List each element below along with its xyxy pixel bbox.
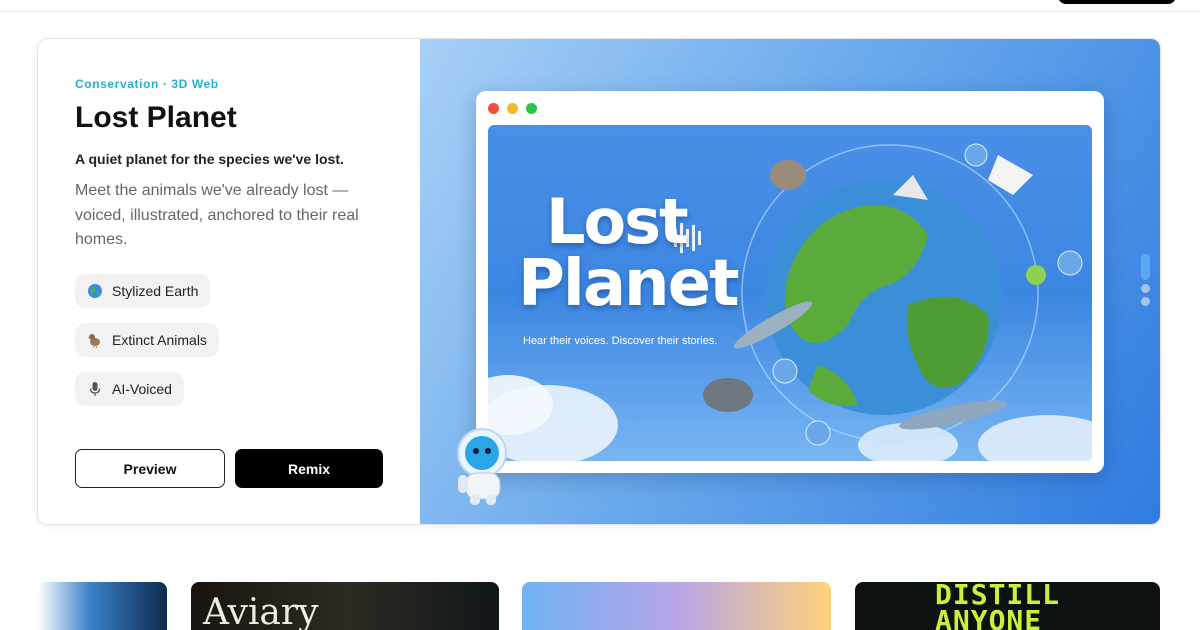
nav-action-button[interactable]	[1058, 0, 1176, 4]
window-close-dot	[488, 103, 499, 114]
dodo-icon	[87, 332, 103, 348]
project-description: Meet the animals we've already lost — vo…	[75, 182, 359, 248]
preview-button[interactable]: Preview	[75, 449, 225, 488]
project-details: Conservation · 3D Web Lost Planet A quie…	[38, 39, 421, 524]
globe-icon	[87, 283, 103, 299]
carousel-dot-active[interactable]	[1141, 254, 1150, 280]
preview-subtitle: Hear their voices. Discover their storie…	[523, 335, 718, 347]
featured-project-card: Conservation · 3D Web Lost Planet A quie…	[37, 38, 1161, 525]
feature-chip-label: Extinct Animals	[112, 332, 207, 348]
gallery-card-distill[interactable]: DISTILL ANYONE	[855, 582, 1160, 630]
feature-chip-label: Stylized Earth	[112, 283, 199, 299]
project-title: Lost Planet	[75, 101, 237, 134]
gallery-card-title: Aviary	[203, 592, 319, 630]
top-nav-bar	[0, 0, 1200, 12]
preview-title-line2: Planet	[518, 247, 740, 321]
gallery-card-title: DISTILL ANYONE	[935, 582, 1061, 630]
carousel-dot[interactable]	[1141, 297, 1150, 306]
project-tagline: A quiet planet for the species we've los…	[75, 151, 344, 167]
feature-chip-label: AI-Voiced	[112, 381, 172, 397]
carousel-dot[interactable]	[1141, 284, 1150, 293]
gallery-card-pixel[interactable]	[522, 582, 831, 630]
project-category: Conservation · 3D Web	[75, 77, 219, 91]
feature-chip-ai-voiced: AI-Voiced	[75, 372, 184, 406]
carousel-pagination	[1141, 254, 1151, 310]
window-minimize-dot	[507, 103, 518, 114]
gallery-card-aviary[interactable]: Aviary	[191, 582, 499, 630]
feature-chip-stylized-earth: Stylized Earth	[75, 274, 211, 308]
astronaut-mascot	[457, 428, 507, 505]
browser-mockup: Lost Planet Hear their voices. Discover …	[476, 91, 1104, 473]
microphone-icon	[87, 381, 103, 397]
gallery-card-dna[interactable]	[38, 582, 167, 630]
project-preview-hero[interactable]: Lost Planet Hear their voices. Discover …	[420, 39, 1160, 524]
feature-chip-extinct-animals: Extinct Animals	[75, 323, 219, 357]
window-maximize-dot	[526, 103, 537, 114]
preview-screenshot: Lost Planet Hear their voices. Discover …	[488, 125, 1092, 461]
gallery-fade	[1160, 582, 1200, 630]
remix-button[interactable]: Remix	[235, 449, 383, 488]
